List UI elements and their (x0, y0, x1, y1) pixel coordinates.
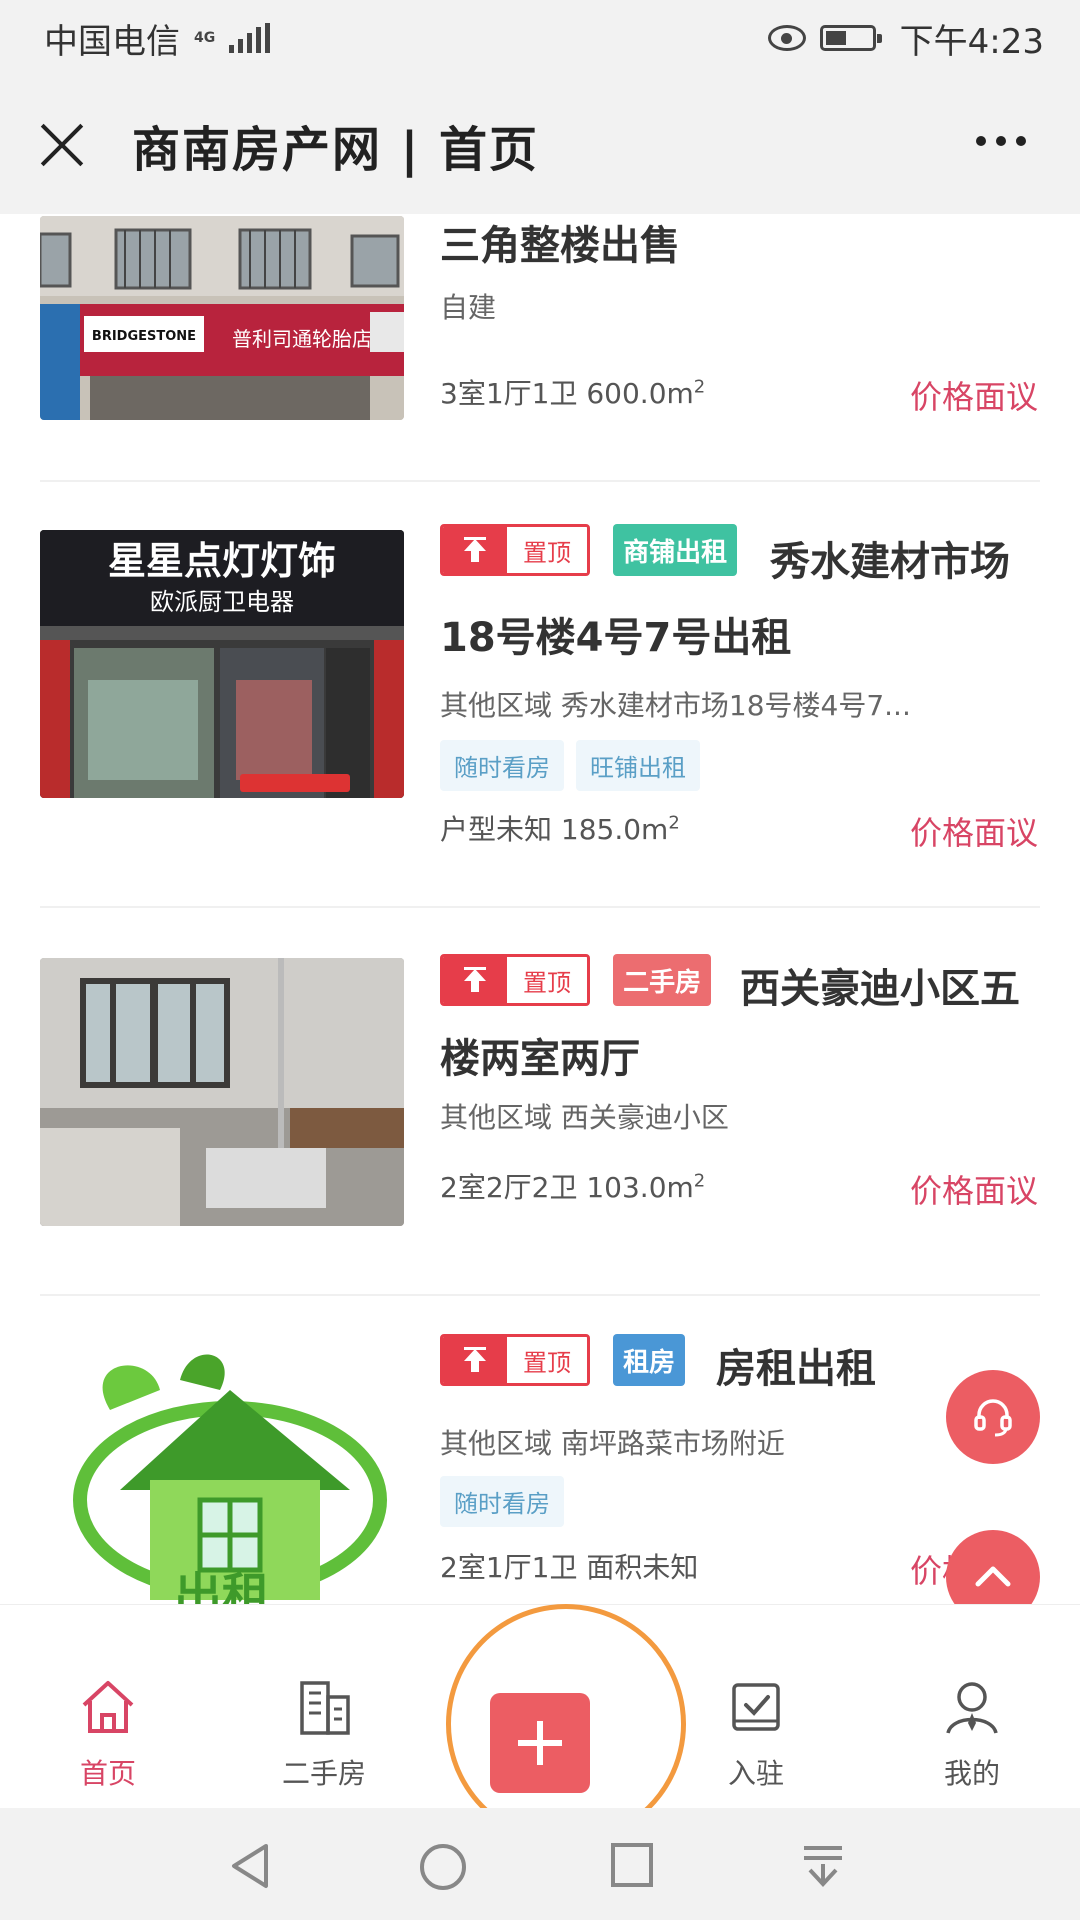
listing-tags: 随时看房 (440, 1476, 564, 1527)
tab-label: 入驻 (727, 1757, 784, 1790)
listing-card[interactable]: 出租 置顶 租房 房租出租 其他区域 南坪路菜市场附近 随时看房 2室1厅1卫 … (0, 1334, 1080, 1604)
tag-label: 旺铺出租 (576, 740, 700, 791)
listing-title[interactable]: 秀水建材市场18号楼4号7号出租 (440, 524, 1038, 676)
battery-icon (819, 25, 882, 51)
signal-icon (229, 23, 271, 53)
listing-district: 其他区域 秀水建材市场18号楼4号7... (440, 689, 911, 722)
headset-icon (974, 1399, 1012, 1437)
listing-tags: 随时看房 旺铺出租 (440, 740, 700, 791)
listing-card[interactable]: BRIDGESTONE 普利司通轮胎店 三角整楼出售 自建 3室1厅1卫 600… (0, 214, 1080, 454)
profile-icon (946, 1682, 998, 1734)
nav-bar: 商南房产网 | 首页 (0, 76, 1080, 214)
listing-card[interactable]: 置顶 二手房 西关豪迪小区五楼两室两厅 其他区域 西关豪迪小区 2室2厅2卫 1… (0, 954, 1080, 1274)
tab-profile[interactable]: 我的 (892, 1675, 1052, 1792)
listing-price: 价格面议 (909, 814, 1038, 852)
rent-sign-text: 出租 (174, 1568, 270, 1604)
listing-title[interactable]: 西关豪迪小区五楼两室两厅 (440, 954, 1038, 1094)
chevron-up-icon (975, 1566, 1011, 1587)
divider (40, 1294, 1040, 1296)
listing-card[interactable]: 星星点灯灯饰 欧派厨卫电器 置顶 商铺出租 秀水建材市场18号楼4号7号出租 其… (0, 524, 1080, 884)
divider (40, 906, 1040, 908)
listing-photo (40, 958, 404, 1226)
tab-label: 首页 (79, 1757, 136, 1790)
more-menu-icon[interactable] (976, 136, 1026, 146)
divider (40, 480, 1040, 482)
eye-comfort-icon (767, 25, 806, 51)
listing-photo: 出租 (40, 1340, 404, 1604)
listing-photo: 星星点灯灯饰 欧派厨卫电器 (40, 530, 404, 798)
page-title: 商南房产网 | 首页 (132, 122, 539, 178)
tab-label: 我的 (943, 1757, 1000, 1790)
listing-specs: 户型未知 185.0m2 (440, 812, 680, 846)
system-nav-bar (0, 1808, 1080, 1920)
tab-check-in[interactable]: 入驻 (676, 1675, 836, 1792)
listing-district: 其他区域 西关豪迪小区 (440, 1101, 729, 1134)
status-bar: 中国电信 4G 下午4:23 (0, 0, 1080, 76)
tab-second-hand[interactable]: 二手房 (244, 1675, 404, 1792)
shop-brand-text: BRIDGESTONE (92, 329, 196, 344)
shop-sign-text: 星星点灯灯饰 (108, 539, 336, 583)
tag-label: 随时看房 (440, 740, 564, 791)
notification-pull-icon[interactable] (798, 1842, 848, 1892)
shop-sign-text: 普利司通轮胎店 (232, 327, 372, 351)
listing-price: 价格面议 (909, 1172, 1038, 1210)
back-triangle-icon[interactable] (228, 1842, 272, 1890)
listing-title[interactable]: 三角整楼出售 (440, 214, 1038, 278)
close-icon[interactable] (38, 121, 86, 169)
home-icon (82, 1681, 134, 1733)
listing-specs: 2室1厅1卫 面积未知 (440, 1551, 699, 1584)
listing-specs: 3室1厅1卫 600.0m2 (440, 376, 706, 410)
network-type: 4G (194, 30, 216, 46)
carrier-label: 中国电信 (44, 21, 180, 62)
listing-photo: BRIDGESTONE 普利司通轮胎店 (40, 216, 404, 420)
shop-sign-sub: 欧派厨卫电器 (150, 588, 294, 616)
tab-label: 二手房 (281, 1757, 366, 1790)
listing-district: 其他区域 南坪路菜市场附近 (440, 1427, 785, 1460)
tab-home[interactable]: 首页 (28, 1675, 188, 1792)
building-icon (300, 1681, 350, 1735)
listing-title[interactable]: 房租出租 (440, 1334, 1038, 1404)
listing-district: 自建 (440, 291, 497, 324)
clock: 下午4:23 (899, 21, 1044, 62)
home-circle-icon[interactable] (418, 1842, 468, 1892)
recent-apps-icon[interactable] (610, 1842, 654, 1888)
tag-label: 随时看房 (440, 1476, 564, 1527)
listing-price: 价格面议 (909, 378, 1038, 416)
customer-service-button[interactable] (946, 1370, 1040, 1464)
listing-list: BRIDGESTONE 普利司通轮胎店 三角整楼出售 自建 3室1厅1卫 600… (0, 214, 1080, 1604)
listing-specs: 2室2厅2卫 103.0m2 (440, 1170, 706, 1204)
checkin-icon (732, 1683, 780, 1731)
